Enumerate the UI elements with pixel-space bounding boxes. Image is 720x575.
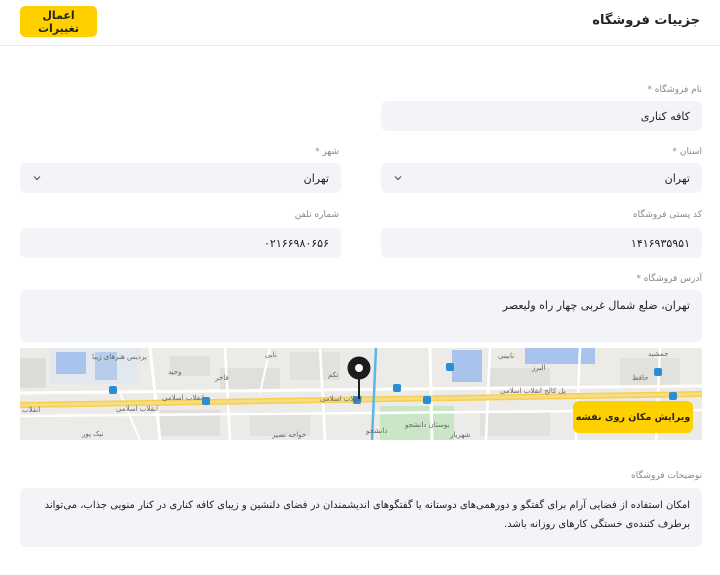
map-label-pol-kalej: پل کالج انقلاب اسلامی — [500, 387, 566, 395]
city-value: تهران — [303, 171, 329, 185]
province-label: استان * — [672, 147, 702, 157]
map-label-nakam: نکم — [328, 371, 339, 379]
map-label-daneshjoo-park: بوستان دانشجو — [405, 421, 450, 429]
province-value: تهران — [664, 171, 690, 185]
postal-code-value: ۱۴۱۶۹۳۵۹۵۱ — [630, 236, 690, 250]
phone-input[interactable]: ۰۲۱۶۶۹۸۰۶۵۶ — [20, 228, 341, 258]
map-label-vahid: وحید — [168, 368, 182, 376]
address-input[interactable]: تهران، ضلع شمال غربی چهار راه ولیعصر — [20, 290, 702, 342]
postal-code-input[interactable]: ۱۴۱۶۹۳۵۹۵۱ — [381, 228, 702, 258]
map-label-nik-poor: نیک پور — [82, 430, 104, 438]
page-title: جزییات فروشگاه — [592, 13, 700, 28]
shop-name-input[interactable]: کافه کناری — [381, 101, 702, 131]
postal-code-label: کد پستی فروشگاه — [632, 210, 702, 220]
map-label-jamshid: جمشید — [648, 350, 669, 358]
map-label-enghelab-2: انقلاب اسلامی — [162, 394, 204, 402]
shop-name-value: کافه کناری — [640, 109, 690, 123]
map-label-hafez: حافظ — [632, 374, 649, 382]
address-label: آدرس فروشگاه * — [636, 274, 702, 284]
address-value: تهران، ضلع شمال غربی چهار راه ولیعصر — [502, 299, 690, 312]
map-label-fakhr: فاخر — [215, 374, 229, 382]
description-label: توضیحات فروشگاه — [631, 471, 702, 481]
city-select[interactable]: تهران — [20, 163, 341, 193]
map-pin-icon — [347, 356, 371, 400]
map-label-nabini: نابینی — [498, 352, 515, 360]
map-label-alborz: البرز — [532, 364, 546, 372]
map-label-enghelab-1: انقلاب اسلامی — [116, 405, 158, 413]
chevron-down-icon — [32, 173, 42, 183]
map-label-shahriar: شهریار — [450, 431, 471, 439]
store-location-map[interactable]: پردیس هنرهای زیبا وحید فاخر نابی نکم ناب… — [20, 348, 702, 440]
phone-value: ۰۲۱۶۶۹۸۰۶۵۶ — [264, 236, 329, 250]
shop-name-label: نام فروشگاه * — [647, 85, 702, 95]
page-header: جزییات فروشگاه اعمال تغییرات — [0, 0, 720, 46]
map-label-pardis: پردیس هنرهای زیبا — [92, 353, 147, 361]
map-label-enghelab-4: انقلاب — [22, 406, 41, 414]
description-input[interactable]: امکان استفاده از فضایی آرام برای گفتگو و… — [20, 488, 702, 547]
description-value: امکان استفاده از فضایی آرام برای گفتگو و… — [44, 500, 690, 530]
chevron-down-icon — [393, 173, 403, 183]
city-label: شهر * — [314, 147, 339, 157]
apply-changes-button[interactable]: اعمال تغییرات — [20, 6, 97, 37]
province-select[interactable]: تهران — [381, 163, 702, 193]
map-label-nabi: نابی — [265, 351, 277, 359]
map-label-khajeh-nasir: خواجه نصیر — [272, 431, 307, 439]
edit-location-button[interactable]: ویرایش مکان روی نقشه — [573, 401, 693, 433]
phone-label: شماره تلفن — [294, 210, 339, 220]
map-label-daneshjoo: دانشجو — [366, 427, 388, 435]
